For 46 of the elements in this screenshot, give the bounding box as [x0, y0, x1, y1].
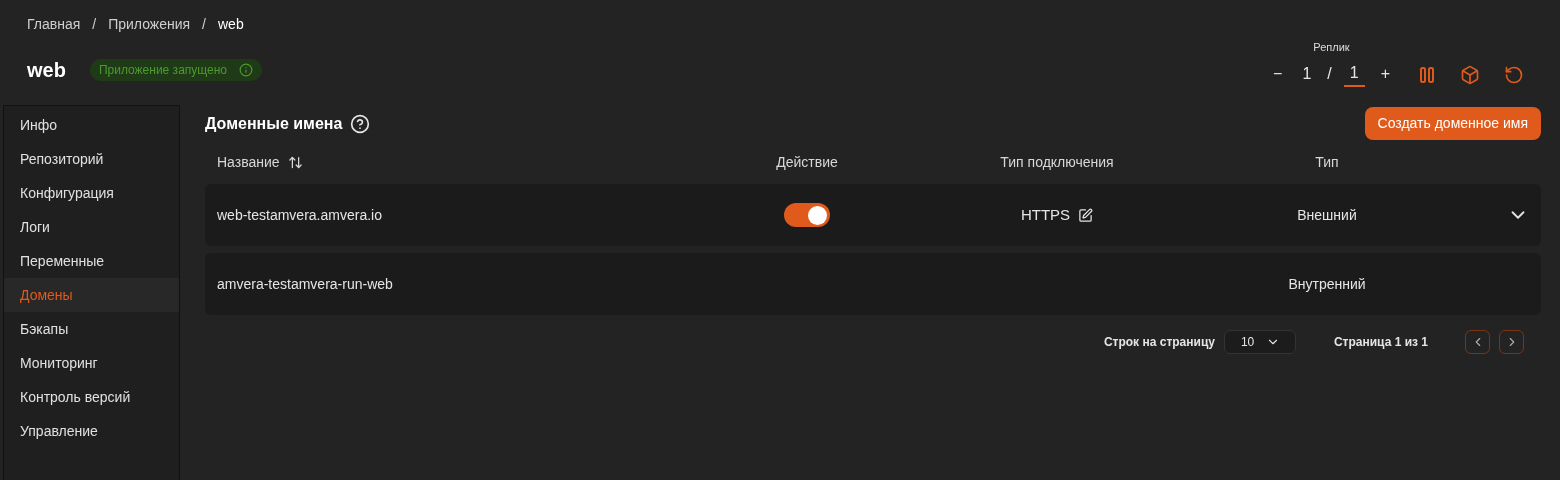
- previous-page-button[interactable]: [1465, 330, 1490, 354]
- column-header: Тип: [1315, 152, 1339, 172]
- edit-icon[interactable]: [1078, 207, 1094, 223]
- sidebar-item[interactable]: Переменные: [4, 244, 179, 278]
- column-header[interactable]: Название: [217, 151, 280, 173]
- breadcrumb-separator: /: [202, 15, 206, 34]
- sidebar-item[interactable]: Инфо: [4, 108, 179, 142]
- replica-count: 1: [1301, 64, 1313, 84]
- sidebar-item[interactable]: Управление: [4, 414, 179, 448]
- section-title: Доменные имена: [205, 113, 343, 134]
- sidebar-item[interactable]: Мониторинг: [4, 346, 179, 380]
- replica-separator: /: [1327, 64, 1332, 84]
- sidebar-item[interactable]: Контроль версий: [4, 380, 179, 414]
- sidebar-item[interactable]: Репозиторий: [4, 142, 179, 176]
- page-info: Страница 1 из 1: [1333, 334, 1428, 351]
- status-badge: Приложение запущено: [89, 59, 262, 81]
- app-title: web: [27, 58, 66, 83]
- replica-input[interactable]: 1: [1343, 61, 1365, 87]
- connection-type: HTTPS: [1020, 204, 1071, 225]
- sort-icon[interactable]: [287, 154, 303, 170]
- toggle-switch[interactable]: [784, 203, 830, 227]
- page-size-select[interactable]: 10: [1223, 330, 1296, 354]
- breadcrumb-link[interactable]: Приложения: [108, 14, 191, 35]
- sidebar-item[interactable]: Логи: [4, 210, 179, 244]
- breadcrumb-separator: /: [92, 15, 97, 34]
- decrement-button[interactable]: −: [1269, 62, 1287, 86]
- help-icon[interactable]: [350, 113, 371, 134]
- info-icon[interactable]: [239, 63, 253, 77]
- replicas-label: Реплик: [1313, 39, 1350, 55]
- increment-button[interactable]: +: [1376, 62, 1394, 86]
- sidebar-item[interactable]: Конфигурация: [4, 176, 179, 210]
- package-icon[interactable]: [1460, 65, 1480, 85]
- sidebar-item[interactable]: Домены: [4, 278, 179, 312]
- create-domain-button[interactable]: Создать доменное имя: [1364, 107, 1541, 140]
- domain-name: web-testamvera.amvera.io: [217, 205, 382, 225]
- sidebar-item[interactable]: Бэкапы: [4, 312, 179, 346]
- restart-icon[interactable]: [1504, 65, 1524, 85]
- breadcrumb-link[interactable]: Главная: [27, 14, 81, 35]
- rows-per-page-label: Строк на страницу: [1103, 334, 1215, 351]
- domain-type: Внешний: [1297, 205, 1357, 225]
- domain-name: amvera-testamvera-run-web: [217, 274, 393, 294]
- column-header: Действие: [776, 152, 838, 172]
- column-header: Тип подключения: [1000, 152, 1114, 172]
- pause-icon[interactable]: [1418, 66, 1436, 84]
- next-page-button[interactable]: [1499, 330, 1524, 354]
- domain-type: Внутренний: [1288, 274, 1366, 294]
